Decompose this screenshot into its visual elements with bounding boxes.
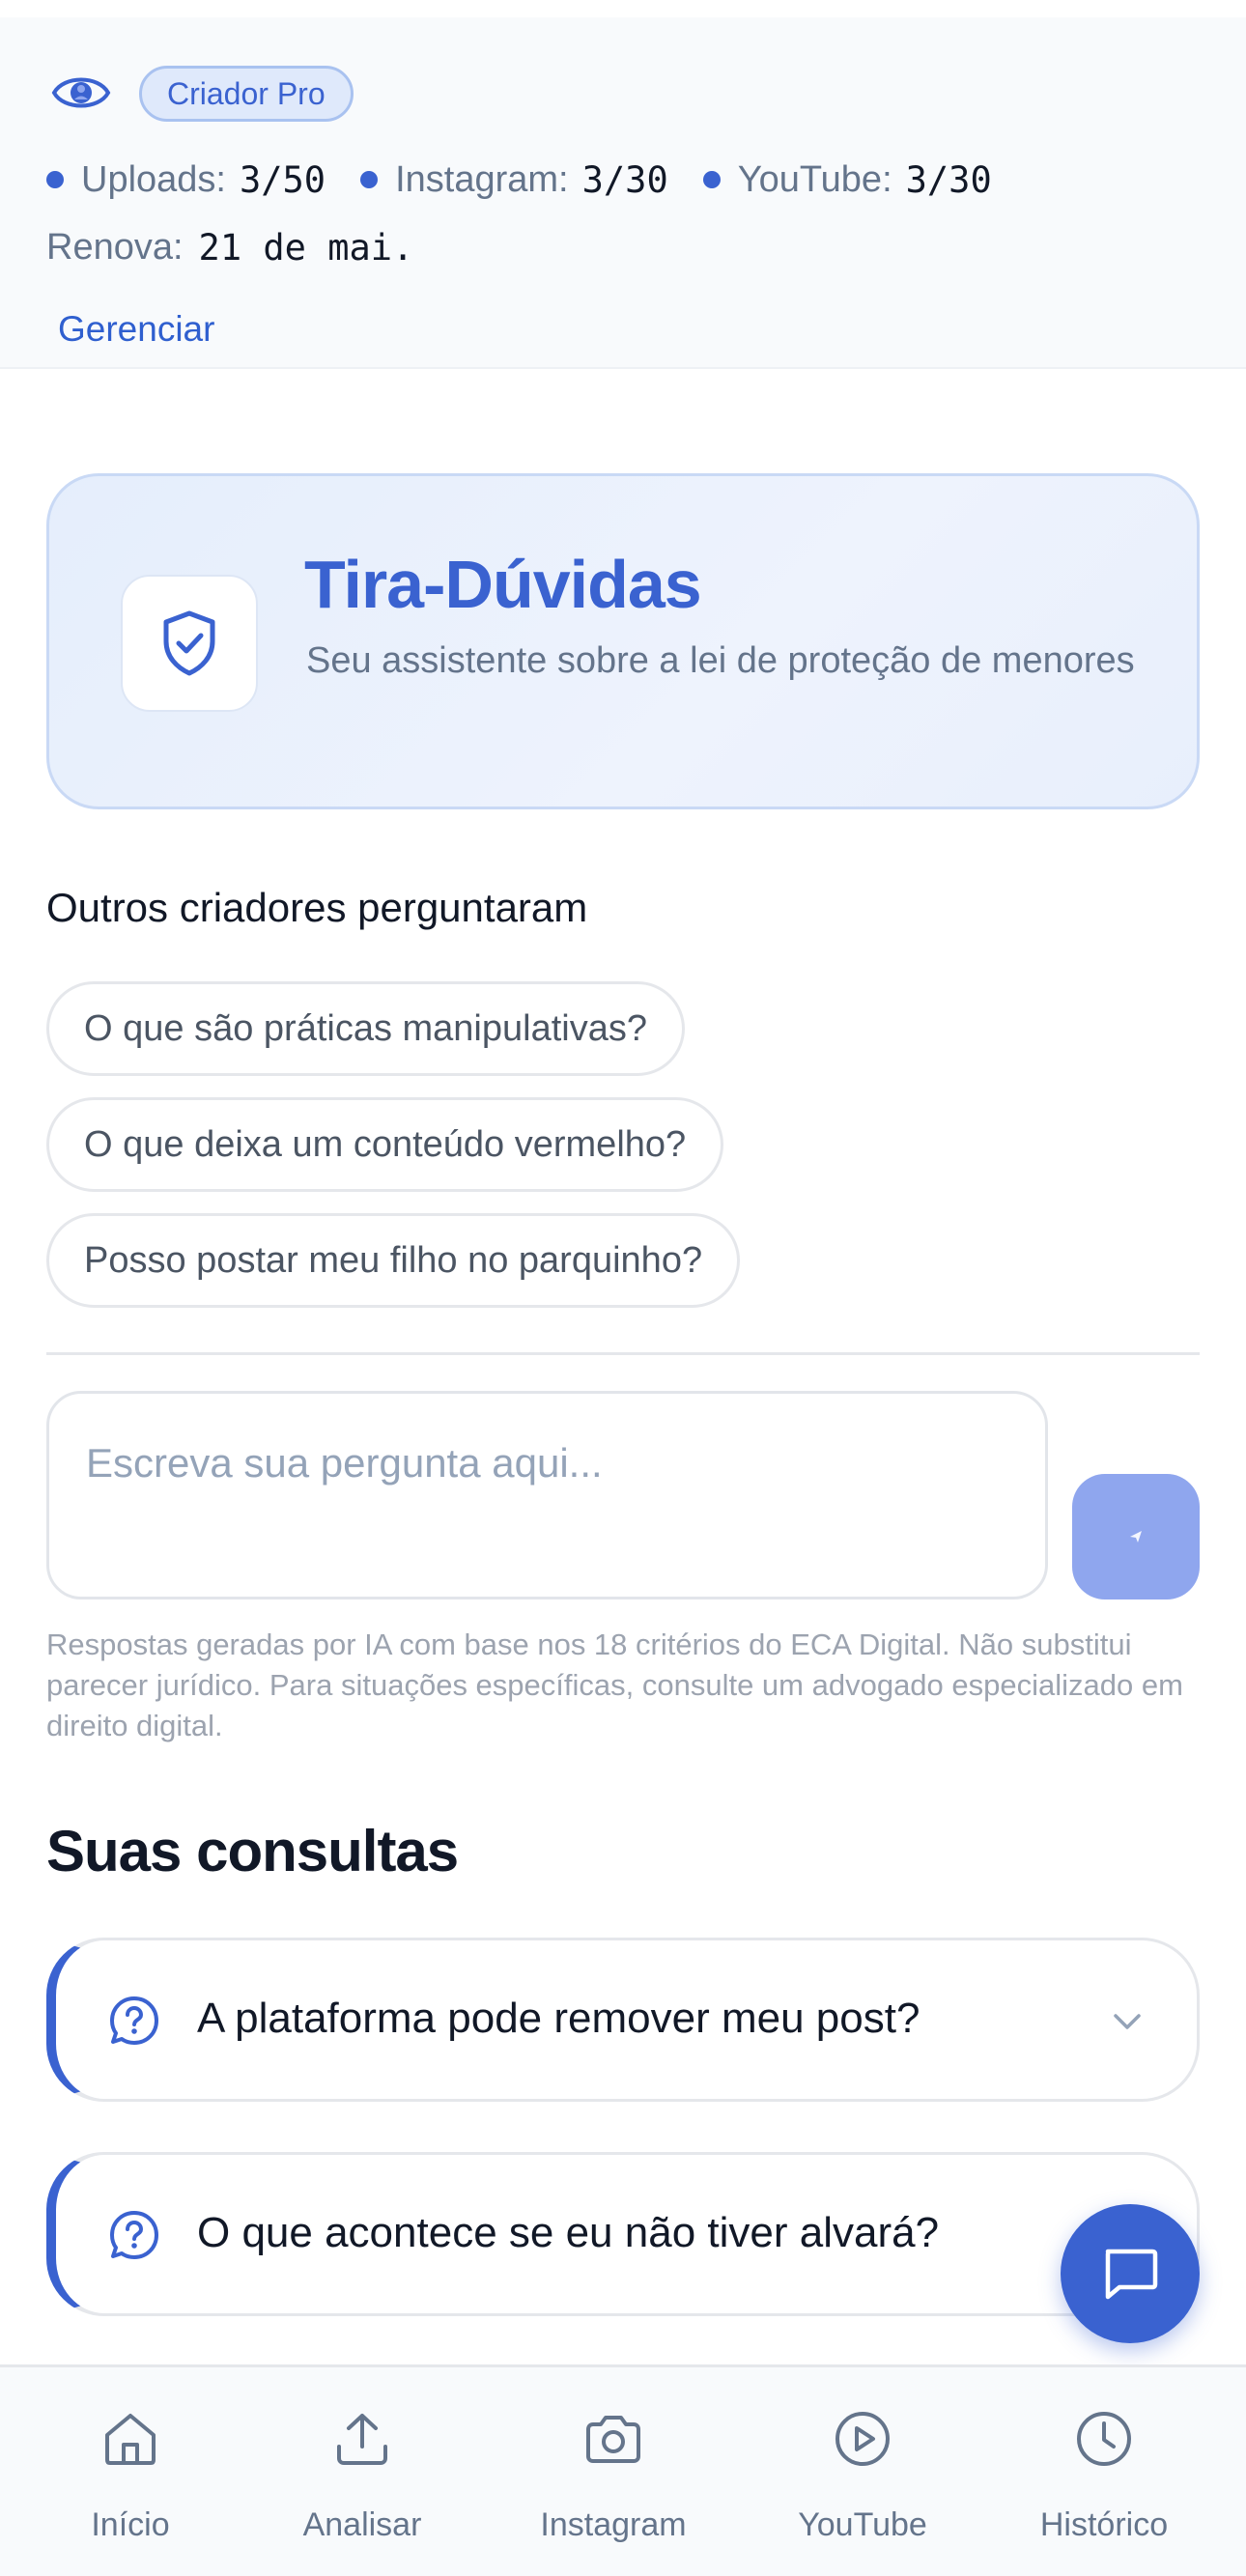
suggestion-chip[interactable]: O que são práticas manipulativas? [46,981,685,1076]
usage-row: Uploads: 3/50 Instagram: 3/30 YouTube: 3… [46,155,1027,205]
divider [46,1352,1200,1355]
history-question: O que acontece se eu não tiver alvará? [197,2209,940,2256]
usage-uploads: Uploads: 3/50 [46,159,326,201]
question-bubble-icon [110,2211,158,2259]
usage-value: 3/30 [581,158,668,201]
usage-label: Instagram: [395,158,569,200]
ai-disclaimer: Respostas geradas por IA com base nos 18… [46,1628,1183,1742]
status-dot [46,171,64,188]
question-input[interactable] [46,1391,1048,1599]
nav-item-analisar[interactable]: Analisar [256,2367,468,2576]
question-bubble-icon [110,1996,158,2045]
assistant-hero-card: Tira-Dúvidas Seu assistente sobre a lei … [46,473,1200,809]
play-icon [835,2412,890,2466]
nav-item-historico[interactable]: Histórico [998,2367,1210,2576]
nav-item-inicio[interactable]: Início [24,2367,237,2576]
usage-value: 3/30 [905,158,992,201]
suggestions-heading: Outros criadores perguntaram [46,885,588,930]
nav-item-youtube[interactable]: YouTube [756,2367,969,2576]
manage-plan-link[interactable]: Gerenciar [58,309,214,350]
usage-value: 3/50 [239,158,326,201]
usage-label: Uploads: [81,158,226,200]
nav-item-instagram[interactable]: Instagram [507,2367,720,2576]
page-subtitle: Seu assistente sobre a lei de proteção d… [306,640,1135,681]
usage-instagram: Instagram: 3/30 [360,159,668,201]
camera-icon [586,2416,640,2463]
app-screen: Criador Pro Uploads: 3/50 Instagram: 3/3… [0,0,1246,2576]
renew-row: Renova: 21 de mai. [46,222,413,272]
eye-icon [51,77,111,108]
renew-date: 21 de mai. [198,226,414,269]
nav-label: YouTube [798,2506,927,2543]
bottom-nav: Início Analisar Instagram YouTube Histór… [0,2364,1246,2576]
status-dot [702,171,721,188]
suggestion-chip[interactable]: Posso postar meu filho no parquinho? [46,1213,741,1308]
plan-badge: Criador Pro [139,66,354,122]
status-dot [360,171,379,188]
usage-youtube: YouTube: 3/30 [702,158,992,201]
nav-label: Histórico [1039,2506,1169,2543]
history-heading: Suas consultas [46,1819,459,1883]
send-icon [1130,1531,1142,1543]
send-button[interactable] [1072,1474,1200,1599]
chevron-down-icon[interactable] [1108,2002,1147,2041]
history-question: A plataforma pode remover meu post? [197,1995,920,2042]
chat-fab-button[interactable] [1061,2204,1200,2343]
usage-label: YouTube: [737,158,892,200]
history-item[interactable]: A plataforma pode remover meu post? [46,1938,1200,2102]
home-icon [105,2414,156,2465]
clock-icon [1077,2412,1131,2466]
history-item[interactable]: O que acontece se eu não tiver alvará? [46,2152,1200,2316]
page-title: Tira-Dúvidas [304,547,702,622]
chat-bubble-icon [1105,2249,1158,2300]
upload-icon [337,2414,387,2465]
nav-label: Analisar [302,2506,422,2543]
suggestion-chip[interactable]: O que deixa um conteúdo vermelho? [46,1097,724,1192]
nav-label: Instagram [540,2506,687,2543]
hero-icon-box [121,575,258,712]
renew-label: Renova: [46,226,184,268]
shield-check-icon [163,610,215,676]
plan-header: Criador Pro Uploads: 3/50 Instagram: 3/3… [0,17,1246,369]
nav-label: Início [91,2506,170,2543]
